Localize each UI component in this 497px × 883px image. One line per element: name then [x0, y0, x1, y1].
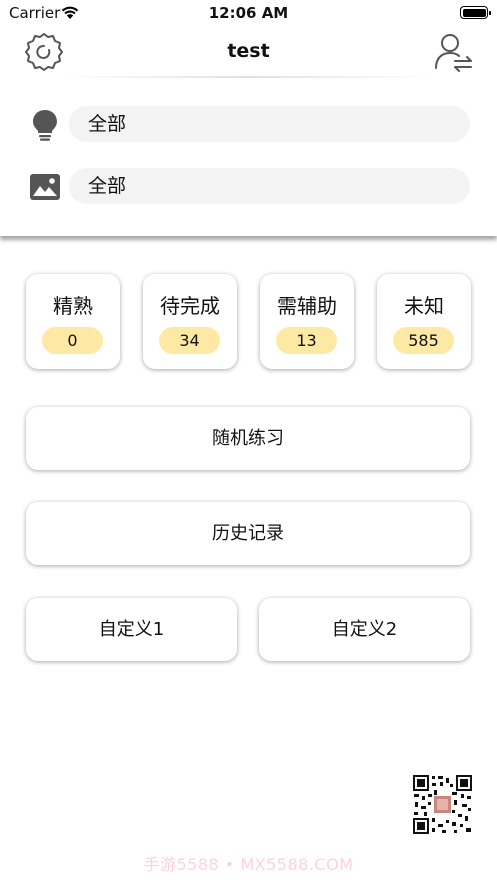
history-button[interactable]: 历史记录	[26, 502, 470, 565]
filter-row-media: 全部	[0, 168, 497, 206]
filter-panel: 全部 全部	[0, 80, 497, 236]
stat-label: 精熟	[53, 294, 93, 318]
stat-count-badge: 34	[159, 327, 220, 354]
lightbulb-icon	[33, 110, 57, 141]
stat-count-badge: 13	[276, 327, 337, 354]
stat-count-badge: 585	[393, 327, 454, 354]
page-title: test	[227, 40, 270, 62]
stat-count-badge: 0	[42, 327, 103, 354]
stat-card-unknown[interactable]: 未知 585	[377, 274, 471, 369]
image-icon	[30, 174, 60, 200]
nav-bar: test	[0, 28, 497, 78]
battery-icon	[460, 6, 491, 19]
user-switch-icon	[435, 34, 472, 72]
status-bar: Carrier 12:06 AM	[0, 0, 497, 26]
qr-code	[412, 774, 473, 835]
media-filter-select[interactable]: 全部	[69, 168, 470, 204]
filter-row-category: 全部	[0, 106, 497, 144]
nav-divider	[60, 76, 437, 78]
custom1-button[interactable]: 自定义1	[26, 598, 237, 661]
watermark-text: 手游5588 • MX5588.COM	[143, 855, 354, 874]
stat-card-needs-help[interactable]: 需辅助 13	[260, 274, 354, 369]
stat-card-pending[interactable]: 待完成 34	[143, 274, 237, 369]
switch-user-button[interactable]	[431, 30, 475, 74]
stat-card-mastered[interactable]: 精熟 0	[26, 274, 120, 369]
status-time: 12:06 AM	[208, 4, 289, 22]
stat-label: 待完成	[160, 294, 220, 318]
custom2-button[interactable]: 自定义2	[259, 598, 470, 661]
random-practice-button[interactable]: 随机练习	[26, 407, 470, 470]
category-filter-select[interactable]: 全部	[69, 106, 470, 142]
stat-label: 未知	[404, 294, 444, 318]
stat-label: 需辅助	[277, 294, 337, 318]
